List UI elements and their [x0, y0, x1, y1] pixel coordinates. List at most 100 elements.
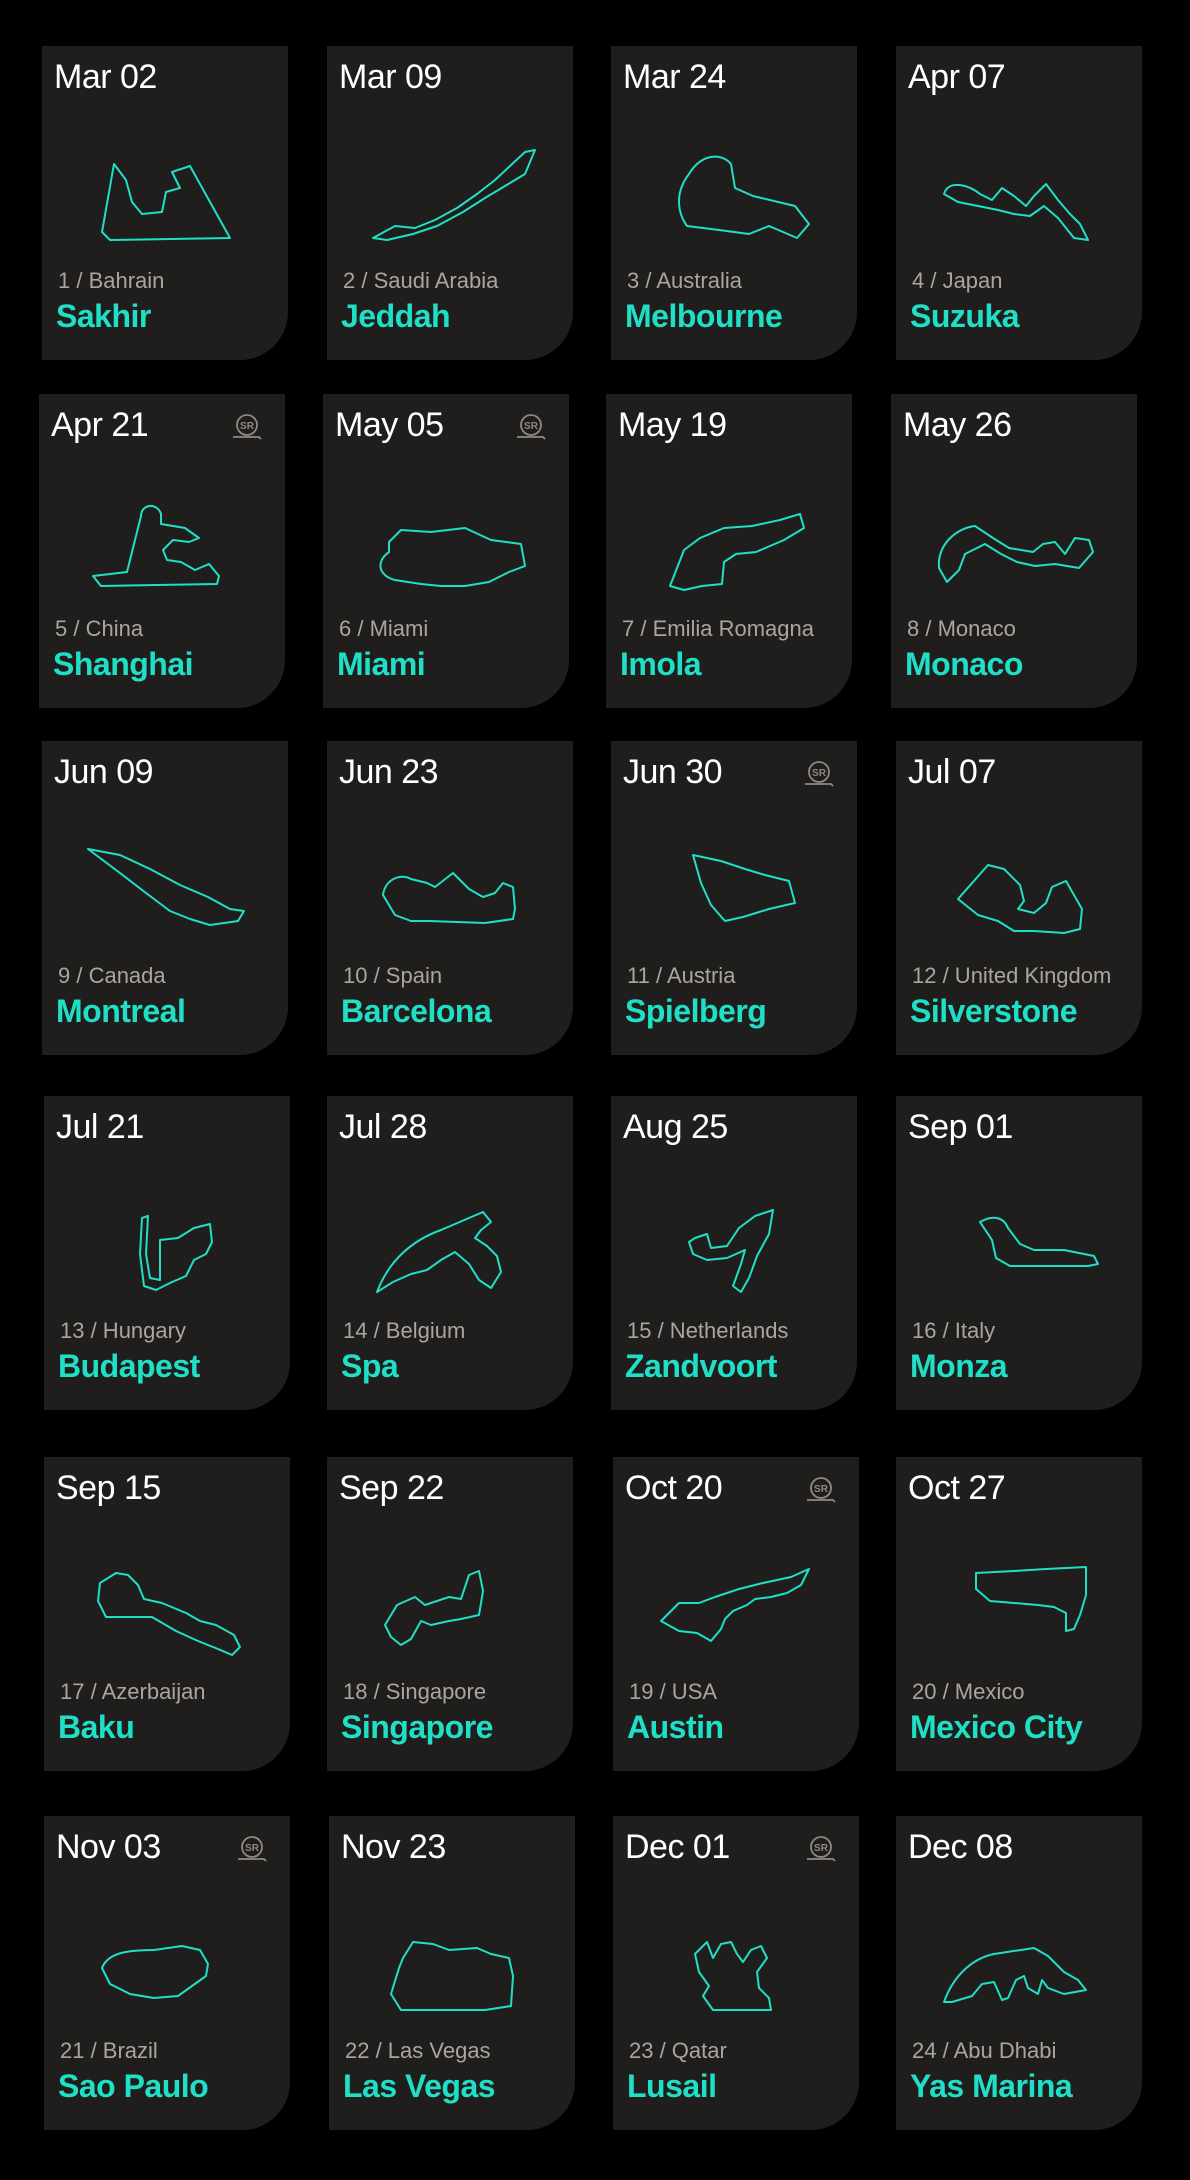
race-city-name: Suzuka: [910, 298, 1020, 334]
race-date: Apr 07: [908, 58, 1006, 96]
race-date: Jul 28: [339, 1108, 427, 1146]
race-round-label: 15 / Netherlands: [627, 1318, 789, 1343]
race-round-label: 11 / Austria: [627, 963, 736, 988]
sao-paulo-track-icon: [101, 1945, 209, 1999]
race-card[interactable]: May 26 8 / Monaco Monaco: [891, 394, 1137, 708]
race-card[interactable]: Nov 23 22 / Las Vegas Las Vegas: [329, 1816, 575, 2130]
svg-text:SR: SR: [814, 1484, 829, 1495]
race-card[interactable]: May 05 SR 6 / Miami Miami: [323, 394, 569, 708]
miami-track-icon: [379, 527, 526, 587]
race-round-label: 1 / Bahrain: [58, 268, 165, 293]
shanghai-track-icon: [92, 505, 220, 587]
sprint-badge-icon: SR: [807, 1836, 836, 1862]
race-card[interactable]: Sep 15 17 / Azerbaijan Baku: [44, 1457, 290, 1771]
race-city-name: Barcelona: [341, 993, 492, 1029]
race-city-name: Sakhir: [56, 298, 151, 334]
race-date: Sep 15: [56, 1469, 161, 1507]
race-date: May 26: [903, 406, 1012, 444]
race-date: Jun 09: [54, 753, 154, 791]
race-card[interactable]: Jul 07 12 / United Kingdom Silverstone: [896, 741, 1142, 1055]
race-card[interactable]: Aug 25 15 / Netherlands Zandvoort: [611, 1096, 857, 1410]
race-city-name: Shanghai: [53, 646, 194, 682]
race-round-label: 7 / Emilia Romagna: [622, 616, 814, 641]
race-card[interactable]: Dec 08 24 / Abu Dhabi Yas Marina: [896, 1816, 1142, 2130]
sprint-badge-icon: SR: [805, 761, 834, 787]
race-date: Jul 21: [56, 1108, 144, 1146]
sakhir-track-icon: [101, 163, 231, 241]
monza-track-icon: [979, 1216, 1099, 1267]
race-round-label: 6 / Miami: [339, 616, 429, 641]
race-city-name: Zandvoort: [625, 1348, 777, 1384]
race-city-name: Miami: [337, 646, 426, 682]
race-date: Oct 27: [908, 1469, 1006, 1507]
race-round-label: 2 / Saudi Arabia: [343, 268, 499, 293]
las-vegas-track-icon: [390, 1941, 514, 2011]
race-round-label: 13 / Hungary: [60, 1318, 186, 1343]
melbourne-track-icon: [678, 155, 810, 239]
mexico-city-track-icon: [975, 1566, 1087, 1632]
suzuka-track-icon: [943, 183, 1089, 241]
race-round-label: 5 / China: [55, 616, 144, 641]
race-city-name: Austin: [627, 1709, 724, 1745]
svg-text:SR: SR: [814, 1843, 829, 1854]
race-date: Jun 23: [339, 753, 439, 791]
race-date: Mar 24: [623, 58, 726, 96]
race-card[interactable]: Nov 03 SR 21 / Brazil Sao Paulo: [44, 1816, 290, 2130]
austin-track-icon: [660, 1568, 810, 1642]
race-date: May 19: [618, 406, 727, 444]
sprint-badge-icon: SR: [233, 414, 262, 440]
race-card[interactable]: May 19 7 / Emilia Romagna Imola: [606, 394, 852, 708]
race-card[interactable]: Jun 09 9 / Canada Montreal: [42, 741, 288, 1055]
race-card[interactable]: Sep 22 18 / Singapore Singapore: [327, 1457, 573, 1771]
race-card[interactable]: Mar 24 3 / Australia Melbourne: [611, 46, 857, 360]
race-date: Apr 21: [51, 406, 149, 444]
yas-marina-track-icon: [943, 1947, 1087, 2003]
race-card[interactable]: Oct 20 SR 19 / USA Austin: [613, 1457, 859, 1771]
race-card[interactable]: Mar 02 1 / Bahrain Sakhir: [42, 46, 288, 360]
race-city-name: Jeddah: [341, 298, 451, 334]
race-city-name: Melbourne: [625, 298, 783, 334]
spielberg-track-icon: [692, 854, 796, 922]
race-date: Sep 22: [339, 1469, 444, 1507]
monaco-track-icon: [937, 525, 1094, 583]
race-round-label: 4 / Japan: [912, 268, 1003, 293]
race-card[interactable]: Apr 21 SR 5 / China Shanghai: [39, 394, 285, 708]
race-date: Mar 02: [54, 58, 157, 96]
race-card[interactable]: Jul 28 14 / Belgium Spa: [327, 1096, 573, 1410]
race-date: Jul 07: [908, 753, 996, 791]
race-card[interactable]: Jun 23 10 / Spain Barcelona: [327, 741, 573, 1055]
sprint-badge-icon: SR: [807, 1477, 836, 1503]
montreal-track-icon: [87, 848, 245, 926]
race-date: Nov 03: [56, 1828, 161, 1866]
race-card[interactable]: Oct 27 20 / Mexico Mexico City: [896, 1457, 1142, 1771]
race-round-label: 24 / Abu Dhabi: [912, 2038, 1057, 2063]
race-round-label: 20 / Mexico: [912, 1679, 1025, 1704]
svg-text:SR: SR: [240, 421, 255, 432]
spa-track-icon: [376, 1211, 502, 1293]
race-round-label: 21 / Brazil: [60, 2038, 158, 2063]
race-city-name: Lusail: [627, 2068, 717, 2104]
baku-track-icon: [97, 1572, 241, 1656]
race-card[interactable]: Mar 09 2 / Saudi Arabia Jeddah: [327, 46, 573, 360]
sprint-badge-icon: SR: [517, 414, 546, 440]
race-date: May 05: [335, 406, 444, 444]
race-date: Jun 30: [623, 753, 723, 791]
race-card[interactable]: Sep 01 16 / Italy Monza: [896, 1096, 1142, 1410]
silverstone-track-icon: [957, 864, 1083, 934]
race-city-name: Budapest: [58, 1348, 200, 1384]
race-card[interactable]: Jun 30 SR 11 / Austria Spielberg: [611, 741, 857, 1055]
sprint-badge-icon: SR: [238, 1836, 267, 1862]
race-date: Aug 25: [623, 1108, 728, 1146]
zandvoort-track-icon: [688, 1209, 774, 1293]
race-card[interactable]: Dec 01 SR 23 / Qatar Lusail: [613, 1816, 859, 2130]
race-calendar-grid: Mar 02 1 / Bahrain Sakhir Mar 09 2 / Saudi A…: [0, 0, 1190, 2180]
race-city-name: Mexico City: [910, 1709, 1083, 1745]
race-city-name: Monza: [910, 1348, 1008, 1384]
race-city-name: Sao Paulo: [58, 2068, 209, 2104]
race-round-label: 12 / United Kingdom: [912, 963, 1112, 988]
race-city-name: Monaco: [905, 646, 1023, 682]
race-round-label: 18 / Singapore: [343, 1679, 487, 1704]
race-card[interactable]: Apr 07 4 / Japan Suzuka: [896, 46, 1142, 360]
race-city-name: Montreal: [56, 993, 186, 1029]
race-card[interactable]: Jul 21 13 / Hungary Budapest: [44, 1096, 290, 1410]
